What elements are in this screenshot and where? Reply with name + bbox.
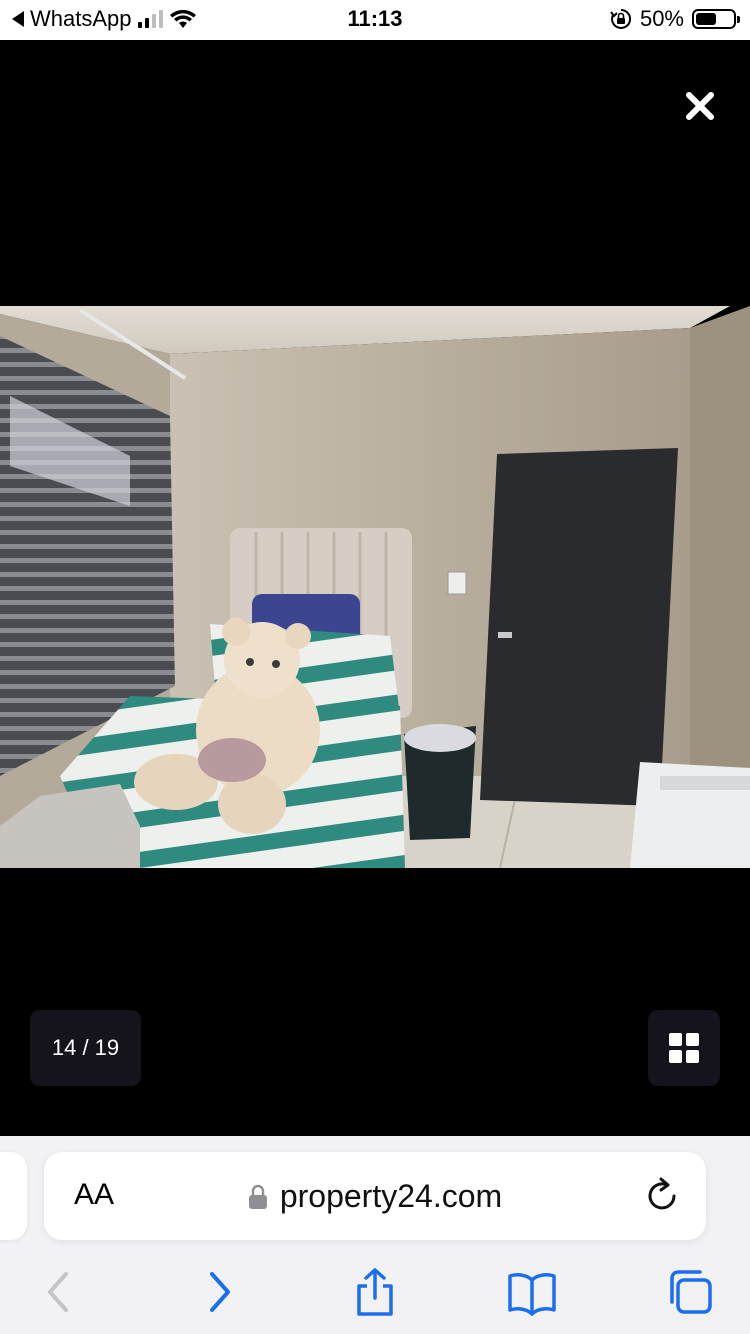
status-bar: WhatsApp 11:13 50% (0, 0, 750, 40)
grid-view-button[interactable] (648, 1010, 720, 1086)
lock-icon (248, 1184, 267, 1209)
bedroom-photo (0, 306, 750, 868)
previous-tab-edge[interactable] (0, 1152, 27, 1240)
battery-percent: 50% (639, 6, 684, 31)
address-bar[interactable]: AA property24.com (44, 1152, 706, 1240)
signal-icon (137, 10, 163, 28)
battery-icon (692, 9, 740, 29)
browser-bottom-bar: AA property24.com (0, 1136, 750, 1334)
gallery-photo[interactable] (0, 306, 750, 868)
back-to-app[interactable]: WhatsApp (12, 6, 197, 32)
bookmarks-icon[interactable] (508, 1268, 556, 1316)
reload-icon[interactable] (644, 1176, 680, 1214)
back-triangle-icon (12, 11, 24, 27)
close-button[interactable] (681, 87, 719, 125)
back-chevron-icon[interactable] (34, 1268, 82, 1316)
forward-chevron-icon[interactable] (196, 1268, 244, 1316)
tabs-icon[interactable] (666, 1268, 714, 1316)
share-icon[interactable] (351, 1268, 399, 1316)
url-display[interactable]: property24.com (44, 1178, 706, 1215)
url-domain: property24.com (279, 1178, 503, 1214)
wifi-icon (169, 9, 196, 28)
browser-toolbar (0, 1262, 750, 1322)
back-app-label: WhatsApp (30, 6, 132, 31)
photo-counter: 14 / 19 (30, 1010, 141, 1086)
close-icon (686, 92, 714, 120)
grid-icon (669, 1033, 699, 1063)
orientation-lock-icon (610, 8, 631, 29)
